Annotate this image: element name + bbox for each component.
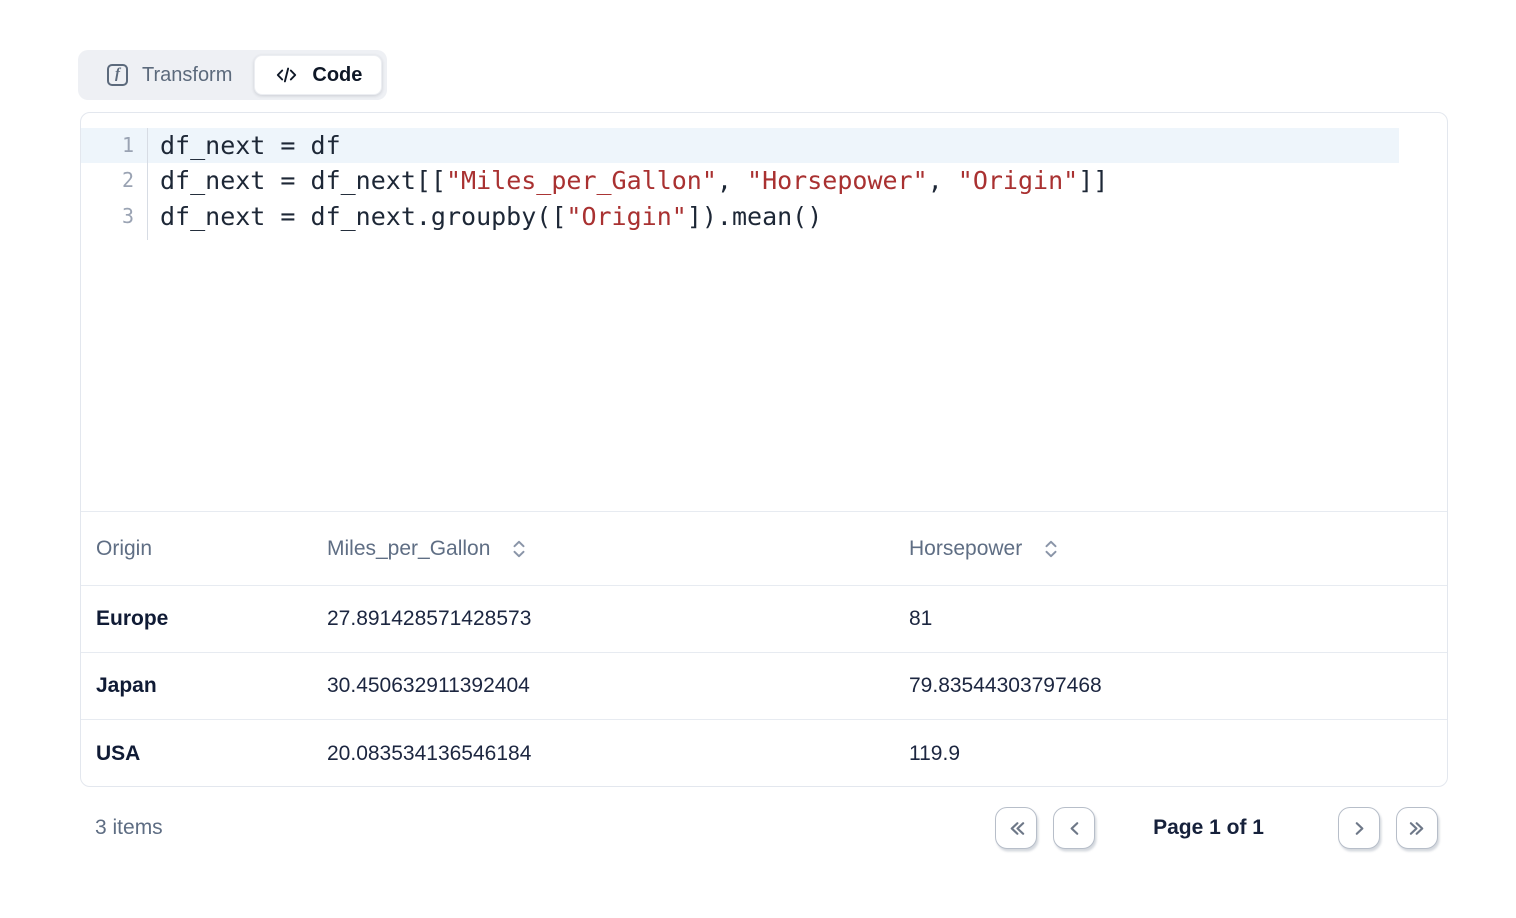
tab-code-label: Code	[312, 64, 362, 87]
prev-page-icon	[1064, 818, 1085, 839]
column-header-horsepower[interactable]: Horsepower	[909, 537, 1432, 561]
column-label: Horsepower	[909, 537, 1022, 561]
table-cell-mpg: 20.083534136546184	[327, 742, 909, 766]
code-token: df_next = df_next.groupby([	[160, 202, 566, 231]
code-line[interactable]: df_next = df_next[["Miles_per_Gallon", "…	[148, 163, 1447, 198]
last-page-button[interactable]	[1396, 807, 1438, 849]
string-token: "Origin"	[958, 166, 1078, 195]
code-token: df_next = df	[160, 131, 341, 160]
items-count: 3 items	[80, 816, 163, 840]
table-header: Origin Miles_per_Gallon Horsepower	[81, 512, 1447, 586]
page-indicator: Page 1 of 1	[1153, 816, 1264, 840]
tab-transform[interactable]: f Transform	[83, 55, 254, 95]
tab-code[interactable]: Code	[254, 55, 382, 95]
string-token: "Origin"	[566, 202, 686, 231]
column-label: Origin	[96, 537, 152, 561]
code-token: ]).mean()	[687, 202, 822, 231]
string-token: "Miles_per_Gallon"	[446, 166, 717, 195]
table-cell-origin: Europe	[96, 607, 327, 631]
sort-updown-icon[interactable]	[511, 538, 527, 560]
code-line[interactable]: df_next = df_next.groupby(["Origin"]).me…	[148, 199, 1447, 234]
code-token: ]]	[1078, 166, 1108, 195]
table-row: USA20.083534136546184119.9	[81, 720, 1447, 787]
column-header-origin: Origin	[96, 537, 327, 561]
column-header-miles-per-gallon[interactable]: Miles_per_Gallon	[327, 537, 909, 561]
last-page-icon	[1407, 818, 1428, 839]
sort-updown-icon[interactable]	[1043, 538, 1059, 560]
code-line[interactable]: df_next = df	[148, 128, 1399, 163]
code-token: ,	[928, 166, 958, 195]
table-cell-hp: 119.9	[909, 742, 1432, 766]
next-page-button[interactable]	[1338, 807, 1380, 849]
view-switcher: f Transform Code	[78, 50, 387, 100]
next-page-icon	[1349, 818, 1370, 839]
table-body: Europe27.89142857142857381Japan30.450632…	[81, 586, 1447, 787]
code-token: df_next = df_next[[	[160, 166, 446, 195]
table-cell-hp: 79.83544303797468	[909, 674, 1432, 698]
code-token: ,	[717, 166, 747, 195]
table-cell-mpg: 27.891428571428573	[327, 607, 909, 631]
line-number: 3	[81, 199, 147, 234]
column-label: Miles_per_Gallon	[327, 537, 490, 561]
line-number: 1	[81, 128, 147, 163]
tab-transform-label: Transform	[142, 64, 232, 87]
code-icon	[275, 64, 298, 86]
table-row: Europe27.89142857142857381	[81, 586, 1447, 653]
table-cell-origin: USA	[96, 742, 327, 766]
table-cell-origin: Japan	[96, 674, 327, 698]
table-cell-hp: 81	[909, 607, 1432, 631]
string-token: "Horsepower"	[747, 166, 928, 195]
code-gutter: 123	[81, 128, 148, 240]
code-lines: df_next = df df_next = df_next[["Miles_pe…	[148, 128, 1447, 511]
code-editor[interactable]: 123 df_next = df df_next = df_next[["Mile…	[81, 113, 1447, 512]
line-number: 2	[81, 163, 147, 198]
function-icon: f	[107, 64, 128, 86]
table-cell-mpg: 30.450632911392404	[327, 674, 909, 698]
pagination: Page 1 of 1	[995, 807, 1448, 849]
first-page-icon	[1006, 818, 1027, 839]
table-row: Japan30.45063291139240479.83544303797468	[81, 653, 1447, 720]
code-panel: 123 df_next = df df_next = df_next[["Mile…	[80, 112, 1448, 787]
prev-page-button[interactable]	[1053, 807, 1095, 849]
table-footer: 3 items Page 1 of 1	[80, 796, 1448, 860]
first-page-button[interactable]	[995, 807, 1037, 849]
